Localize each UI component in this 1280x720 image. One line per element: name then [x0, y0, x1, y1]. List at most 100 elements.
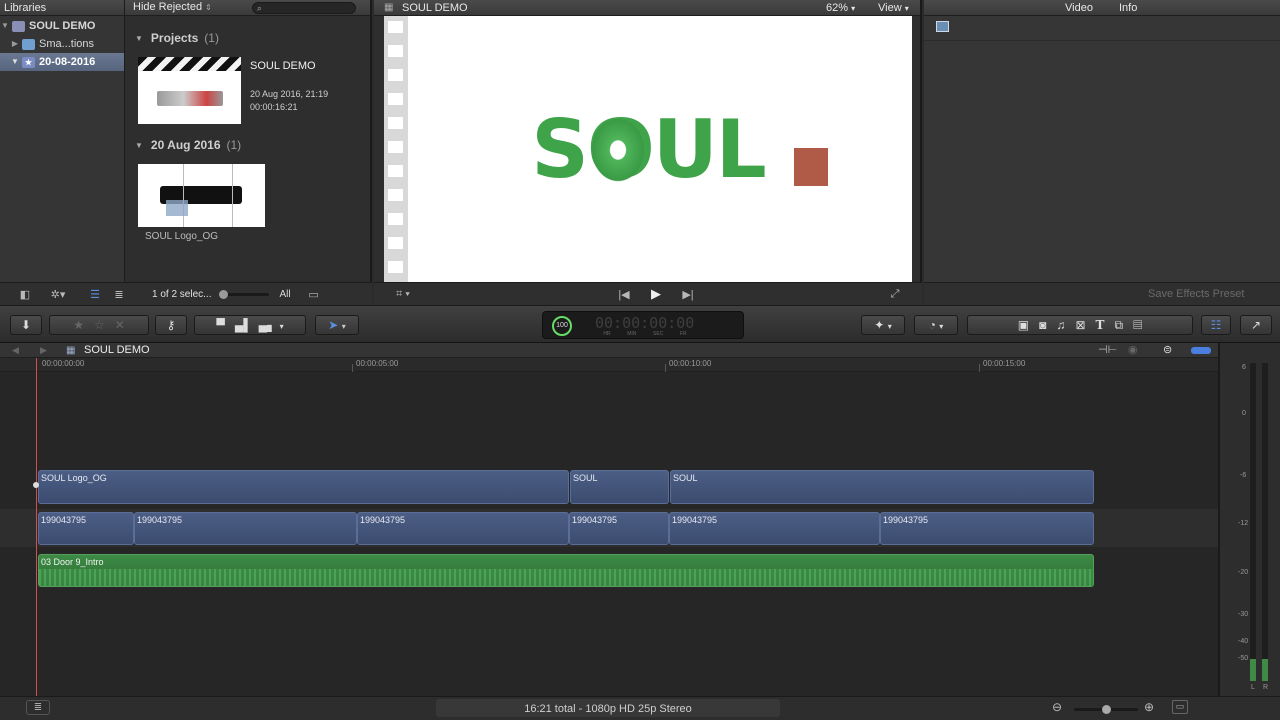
titles-icon[interactable]: T	[1096, 318, 1105, 332]
video-clip[interactable]: 199043795	[38, 512, 134, 545]
next-frame-icon[interactable]: ▶|	[678, 288, 698, 301]
transform-icon[interactable]: ⌗ ▾	[388, 288, 418, 301]
duration-filter[interactable]: All	[279, 289, 290, 300]
zoom-out-icon[interactable]: ⊖	[1052, 700, 1062, 714]
list-view-icon[interactable]: ≣	[110, 288, 128, 301]
disclosure-triangle-icon[interactable]: ▼	[10, 53, 20, 71]
disclosure-triangle-icon[interactable]: ▼	[0, 17, 10, 35]
append-icon[interactable]: ▄▖	[259, 318, 277, 332]
timecode-display[interactable]: 100 00:00:00:00 HR MIN SEC FR	[542, 311, 744, 339]
timeline-area[interactable]: SOUL Logo_OG SOUL SOUL 199043795 1990437…	[0, 358, 1218, 696]
library-item-label: Sma...tions	[39, 38, 95, 50]
fullscreen-icon[interactable]: ⤢	[886, 288, 904, 301]
save-effects-preset-button[interactable]: Save Effects Preset	[1148, 288, 1244, 300]
project-preview-image	[156, 91, 223, 106]
enhancements-button[interactable]: ✦ ▾	[861, 315, 905, 335]
media-browser-buttons[interactable]: ▣ ◙ ♫ ⊠ T ⧉ ▤	[967, 315, 1193, 335]
generators-icon[interactable]: ⧉	[1114, 318, 1123, 332]
timecode-label: HR	[603, 331, 611, 337]
camera-icon[interactable]: ◙	[1039, 318, 1046, 332]
title-clip[interactable]: SOUL Logo_OG	[38, 470, 569, 504]
forward-arrow-icon[interactable]: ▶	[40, 343, 47, 358]
projects-section-header[interactable]: ▼ Projects (1)	[135, 29, 219, 47]
chevron-down-icon: ▾	[851, 4, 856, 13]
project-thumbnail[interactable]	[138, 57, 241, 124]
slider-knob[interactable]	[1102, 705, 1111, 714]
insert-icon[interactable]: ▄▌	[235, 318, 252, 332]
meter-scale-label: -30	[1238, 611, 1249, 618]
meter-scale-label: -12	[1238, 520, 1249, 527]
search-input[interactable]: ⌕	[251, 1, 356, 14]
zoom-menu[interactable]: 62% ▾	[826, 0, 855, 17]
library-soul-demo[interactable]: ▼ SOUL DEMO	[0, 17, 124, 35]
video-clip[interactable]: 199043795	[669, 512, 880, 545]
library-item-event-20-08-2016[interactable]: ▼ ★ 20-08-2016	[0, 53, 124, 71]
zoom-in-icon[interactable]: ⊕	[1144, 700, 1154, 714]
filmstrip-view-icon[interactable]: ☰	[86, 288, 104, 301]
unrate-star-icon[interactable]: ☆	[94, 318, 105, 332]
clip-name: SOUL Logo_OG	[145, 231, 219, 242]
snapping-icon[interactable]: ⊜	[1163, 343, 1172, 358]
sidebar-toggle-icon[interactable]: ◧	[16, 288, 34, 301]
event-star-icon: ★	[22, 56, 35, 68]
gear-icon[interactable]: ✲▾	[44, 288, 72, 301]
disclosure-triangle-icon[interactable]: ▼	[135, 34, 143, 43]
solo-icon[interactable]: ◉	[1128, 343, 1138, 358]
viewer-canvas[interactable]: SOUL	[408, 16, 912, 282]
hide-rejected-menu[interactable]: Hide Rejected ⇕	[133, 0, 212, 16]
video-clip[interactable]: 199043795	[134, 512, 357, 545]
disclosure-triangle-icon[interactable]: ▶	[10, 35, 20, 53]
playhead[interactable]	[36, 358, 37, 696]
previous-frame-icon[interactable]: |◀	[614, 288, 634, 301]
library-item-smart-collections[interactable]: ▶ Sma...tions	[0, 35, 124, 53]
connect-icon[interactable]: ▀	[216, 318, 225, 332]
inspector-toggle-button[interactable]: ☷	[1201, 315, 1231, 335]
clip-thumbnail[interactable]	[138, 164, 265, 227]
audio-skimming-icon[interactable]: ⊣⊢	[1098, 343, 1117, 358]
keyword-button[interactable]: ⚷	[155, 315, 187, 335]
video-clip[interactable]: 199043795	[569, 512, 669, 545]
event-section-header[interactable]: ▼ 20 Aug 2016 (1)	[135, 136, 241, 154]
play-icon[interactable]: ▶	[646, 286, 666, 302]
clip-appearance-icon[interactable]: ▭	[1172, 700, 1188, 714]
import-button[interactable]: ⬇	[10, 315, 42, 335]
back-arrow-icon[interactable]: ◀	[12, 343, 19, 358]
slider-knob[interactable]	[219, 289, 229, 299]
clapper-icon: ▦	[384, 2, 394, 13]
share-button[interactable]: ↗	[1240, 315, 1272, 335]
tab-info[interactable]: Info	[1119, 0, 1137, 16]
tab-video[interactable]: Video	[1065, 0, 1093, 16]
retime-button[interactable]: ◔ ▾	[914, 315, 958, 335]
ruler-tick-label: 00:00:00:00	[42, 359, 85, 368]
timecode-value: 00:00:00:00	[595, 314, 695, 332]
meter-scale-label: 6	[1242, 364, 1246, 371]
chevron-down-icon: ▾	[939, 322, 944, 331]
themes-icon[interactable]: ▤	[1133, 318, 1142, 332]
appearance-icon[interactable]: ▭	[305, 288, 323, 301]
video-clip[interactable]: 199043795	[357, 512, 569, 545]
edit-mode-buttons[interactable]: ▀ ▄▌ ▄▖ ▾	[194, 315, 306, 335]
music-note-icon[interactable]: ♫	[1056, 318, 1065, 332]
view-menu[interactable]: View ▾	[878, 0, 909, 17]
timeline-ruler[interactable]: 00:00:00:00 00:00:05:00 00:00:10:00 00:0…	[0, 358, 1218, 372]
audio-clip[interactable]: 03 Door 9_Intro	[38, 554, 1094, 587]
disclosure-triangle-icon[interactable]: ▼	[135, 141, 143, 150]
favorite-star-icon[interactable]: ★	[73, 318, 84, 332]
video-clip[interactable]: 199043795	[880, 512, 1094, 545]
chevron-down-icon: ▾	[887, 322, 892, 331]
timeline-zoom-slider[interactable]	[1074, 705, 1138, 714]
viewer-header: ▦ SOUL DEMO 62% ▾ View ▾	[374, 0, 920, 16]
ruler-tick-label: 00:00:15:00	[983, 359, 1026, 368]
clip-height-slider[interactable]	[219, 289, 270, 299]
clip-appearance-icon[interactable]	[1191, 347, 1211, 354]
title-clip[interactable]: SOUL	[570, 470, 669, 504]
transitions-icon[interactable]: ⊠	[1075, 318, 1085, 332]
title-clip[interactable]: SOUL	[670, 470, 1094, 504]
rating-buttons[interactable]: ★ ☆ ✕	[49, 315, 149, 335]
filmstrip-divider	[183, 164, 233, 227]
chevron-down-icon[interactable]: ▾	[280, 322, 284, 331]
timecode-label: SEC	[653, 331, 664, 337]
reject-x-icon[interactable]: ✕	[115, 318, 125, 332]
effects-icon[interactable]: ▣	[1018, 318, 1029, 332]
select-tool-button[interactable]: ➤ ▾	[315, 315, 359, 335]
